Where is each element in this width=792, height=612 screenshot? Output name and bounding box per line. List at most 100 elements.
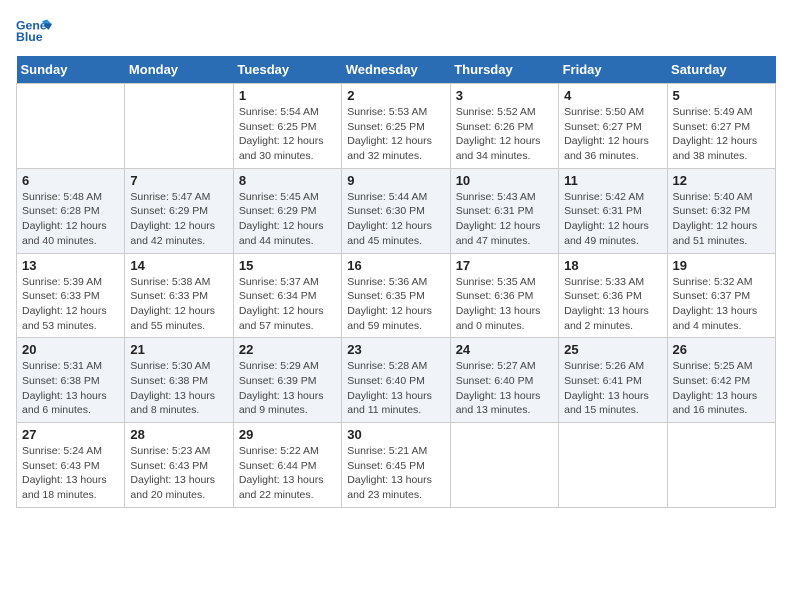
day-number: 6	[22, 173, 119, 188]
day-number: 15	[239, 258, 336, 273]
calendar-cell: 5 Sunrise: 5:49 AM Sunset: 6:27 PM Daylig…	[667, 84, 775, 169]
calendar-table: SundayMondayTuesdayWednesdayThursdayFrid…	[16, 56, 776, 508]
svg-text:Blue: Blue	[16, 30, 43, 44]
day-number: 19	[673, 258, 770, 273]
day-number: 3	[456, 88, 553, 103]
day-header-wednesday: Wednesday	[342, 56, 450, 84]
day-info: Sunrise: 5:47 AM Sunset: 6:29 PM Dayligh…	[130, 190, 227, 249]
day-number: 13	[22, 258, 119, 273]
calendar-cell	[450, 423, 558, 508]
calendar-cell	[17, 84, 125, 169]
day-number: 2	[347, 88, 444, 103]
day-info: Sunrise: 5:21 AM Sunset: 6:45 PM Dayligh…	[347, 444, 444, 503]
calendar-cell: 24Sunrise: 5:27 AM Sunset: 6:40 PM Dayli…	[450, 338, 558, 423]
day-number: 16	[347, 258, 444, 273]
day-header-sunday: Sunday	[17, 56, 125, 84]
calendar-cell: 25 Sunrise: 5:26 AM Sunset: 6:41 PM Dayli…	[559, 338, 667, 423]
day-info: Sunrise: 5:48 AM Sunset: 6:28 PM Dayligh…	[22, 190, 119, 249]
calendar-cell: 13 Sunrise: 5:39 AM Sunset: 6:33 PM Dayli…	[17, 253, 125, 338]
day-header-monday: Monday	[125, 56, 233, 84]
day-header-friday: Friday	[559, 56, 667, 84]
calendar-cell: 29 Sunrise: 5:22 AM Sunset: 6:44 PM Dayli…	[233, 423, 341, 508]
day-info: Sunrise: 5:45 AM Sunset: 6:29 PM Dayligh…	[239, 190, 336, 249]
day-info: Sunrise: 5:53 AM Sunset: 6:25 PM Dayligh…	[347, 105, 444, 164]
calendar-cell: 16 Sunrise: 5:36 AM Sunset: 6:35 PM Dayli…	[342, 253, 450, 338]
calendar-cell: 4Sunrise: 5:50 AM Sunset: 6:27 PM Daylig…	[559, 84, 667, 169]
day-info: Sunrise: 5:30 AM Sunset: 6:38 PM Dayligh…	[130, 359, 227, 418]
calendar-cell: 10 Sunrise: 5:43 AM Sunset: 6:31 PM Dayli…	[450, 168, 558, 253]
day-number: 18	[564, 258, 661, 273]
calendar-cell: 19 Sunrise: 5:32 AM Sunset: 6:37 PM Dayli…	[667, 253, 775, 338]
logo: General Blue	[16, 16, 52, 46]
day-number: 7	[130, 173, 227, 188]
day-info: Sunrise: 5:35 AM Sunset: 6:36 PM Dayligh…	[456, 275, 553, 334]
calendar-cell: 30 Sunrise: 5:21 AM Sunset: 6:45 PM Dayli…	[342, 423, 450, 508]
day-number: 28	[130, 427, 227, 442]
day-info: Sunrise: 5:24 AM Sunset: 6:43 PM Dayligh…	[22, 444, 119, 503]
calendar-cell: 14 Sunrise: 5:38 AM Sunset: 6:33 PM Dayli…	[125, 253, 233, 338]
day-header-tuesday: Tuesday	[233, 56, 341, 84]
day-info: Sunrise: 5:27 AM Sunset: 6:40 PM Dayligh…	[456, 359, 553, 418]
calendar-cell: 27 Sunrise: 5:24 AM Sunset: 6:43 PM Dayli…	[17, 423, 125, 508]
calendar-cell: 12Sunrise: 5:40 AM Sunset: 6:32 PM Dayli…	[667, 168, 775, 253]
calendar-cell: 2 Sunrise: 5:53 AM Sunset: 6:25 PM Daylig…	[342, 84, 450, 169]
day-info: Sunrise: 5:42 AM Sunset: 6:31 PM Dayligh…	[564, 190, 661, 249]
calendar-week-4: 20Sunrise: 5:31 AM Sunset: 6:38 PM Dayli…	[17, 338, 776, 423]
day-number: 23	[347, 342, 444, 357]
day-number: 12	[673, 173, 770, 188]
calendar-cell: 22Sunrise: 5:29 AM Sunset: 6:39 PM Dayli…	[233, 338, 341, 423]
logo-icon: General Blue	[16, 16, 52, 46]
calendar-header-row: SundayMondayTuesdayWednesdayThursdayFrid…	[17, 56, 776, 84]
day-info: Sunrise: 5:49 AM Sunset: 6:27 PM Dayligh…	[673, 105, 770, 164]
calendar-cell	[559, 423, 667, 508]
day-info: Sunrise: 5:44 AM Sunset: 6:30 PM Dayligh…	[347, 190, 444, 249]
day-info: Sunrise: 5:33 AM Sunset: 6:36 PM Dayligh…	[564, 275, 661, 334]
day-info: Sunrise: 5:22 AM Sunset: 6:44 PM Dayligh…	[239, 444, 336, 503]
calendar-cell: 7 Sunrise: 5:47 AM Sunset: 6:29 PM Daylig…	[125, 168, 233, 253]
day-info: Sunrise: 5:36 AM Sunset: 6:35 PM Dayligh…	[347, 275, 444, 334]
day-number: 10	[456, 173, 553, 188]
day-info: Sunrise: 5:26 AM Sunset: 6:41 PM Dayligh…	[564, 359, 661, 418]
day-number: 17	[456, 258, 553, 273]
day-info: Sunrise: 5:38 AM Sunset: 6:33 PM Dayligh…	[130, 275, 227, 334]
day-info: Sunrise: 5:43 AM Sunset: 6:31 PM Dayligh…	[456, 190, 553, 249]
day-number: 27	[22, 427, 119, 442]
calendar-cell: 28 Sunrise: 5:23 AM Sunset: 6:43 PM Dayli…	[125, 423, 233, 508]
day-info: Sunrise: 5:28 AM Sunset: 6:40 PM Dayligh…	[347, 359, 444, 418]
day-number: 5	[673, 88, 770, 103]
page-header: General Blue	[16, 16, 776, 46]
day-info: Sunrise: 5:52 AM Sunset: 6:26 PM Dayligh…	[456, 105, 553, 164]
calendar-cell: 1 Sunrise: 5:54 AM Sunset: 6:25 PM Daylig…	[233, 84, 341, 169]
day-header-saturday: Saturday	[667, 56, 775, 84]
day-number: 11	[564, 173, 661, 188]
day-info: Sunrise: 5:32 AM Sunset: 6:37 PM Dayligh…	[673, 275, 770, 334]
calendar-cell: 15 Sunrise: 5:37 AM Sunset: 6:34 PM Dayli…	[233, 253, 341, 338]
day-number: 1	[239, 88, 336, 103]
day-number: 29	[239, 427, 336, 442]
day-info: Sunrise: 5:23 AM Sunset: 6:43 PM Dayligh…	[130, 444, 227, 503]
day-number: 14	[130, 258, 227, 273]
calendar-cell: 26Sunrise: 5:25 AM Sunset: 6:42 PM Dayli…	[667, 338, 775, 423]
day-info: Sunrise: 5:37 AM Sunset: 6:34 PM Dayligh…	[239, 275, 336, 334]
day-info: Sunrise: 5:39 AM Sunset: 6:33 PM Dayligh…	[22, 275, 119, 334]
calendar-cell: 21Sunrise: 5:30 AM Sunset: 6:38 PM Dayli…	[125, 338, 233, 423]
day-info: Sunrise: 5:31 AM Sunset: 6:38 PM Dayligh…	[22, 359, 119, 418]
calendar-cell: 18 Sunrise: 5:33 AM Sunset: 6:36 PM Dayli…	[559, 253, 667, 338]
day-info: Sunrise: 5:25 AM Sunset: 6:42 PM Dayligh…	[673, 359, 770, 418]
day-info: Sunrise: 5:29 AM Sunset: 6:39 PM Dayligh…	[239, 359, 336, 418]
day-number: 25	[564, 342, 661, 357]
calendar-cell: 3 Sunrise: 5:52 AM Sunset: 6:26 PM Daylig…	[450, 84, 558, 169]
calendar-cell: 11 Sunrise: 5:42 AM Sunset: 6:31 PM Dayli…	[559, 168, 667, 253]
calendar-cell: 9Sunrise: 5:44 AM Sunset: 6:30 PM Daylig…	[342, 168, 450, 253]
calendar-cell: 6 Sunrise: 5:48 AM Sunset: 6:28 PM Daylig…	[17, 168, 125, 253]
day-header-thursday: Thursday	[450, 56, 558, 84]
calendar-week-5: 27 Sunrise: 5:24 AM Sunset: 6:43 PM Dayli…	[17, 423, 776, 508]
calendar-cell: 17 Sunrise: 5:35 AM Sunset: 6:36 PM Dayli…	[450, 253, 558, 338]
calendar-cell	[125, 84, 233, 169]
day-info: Sunrise: 5:50 AM Sunset: 6:27 PM Dayligh…	[564, 105, 661, 164]
day-number: 8	[239, 173, 336, 188]
calendar-week-3: 13 Sunrise: 5:39 AM Sunset: 6:33 PM Dayli…	[17, 253, 776, 338]
day-info: Sunrise: 5:54 AM Sunset: 6:25 PM Dayligh…	[239, 105, 336, 164]
day-number: 30	[347, 427, 444, 442]
calendar-cell: 20Sunrise: 5:31 AM Sunset: 6:38 PM Dayli…	[17, 338, 125, 423]
